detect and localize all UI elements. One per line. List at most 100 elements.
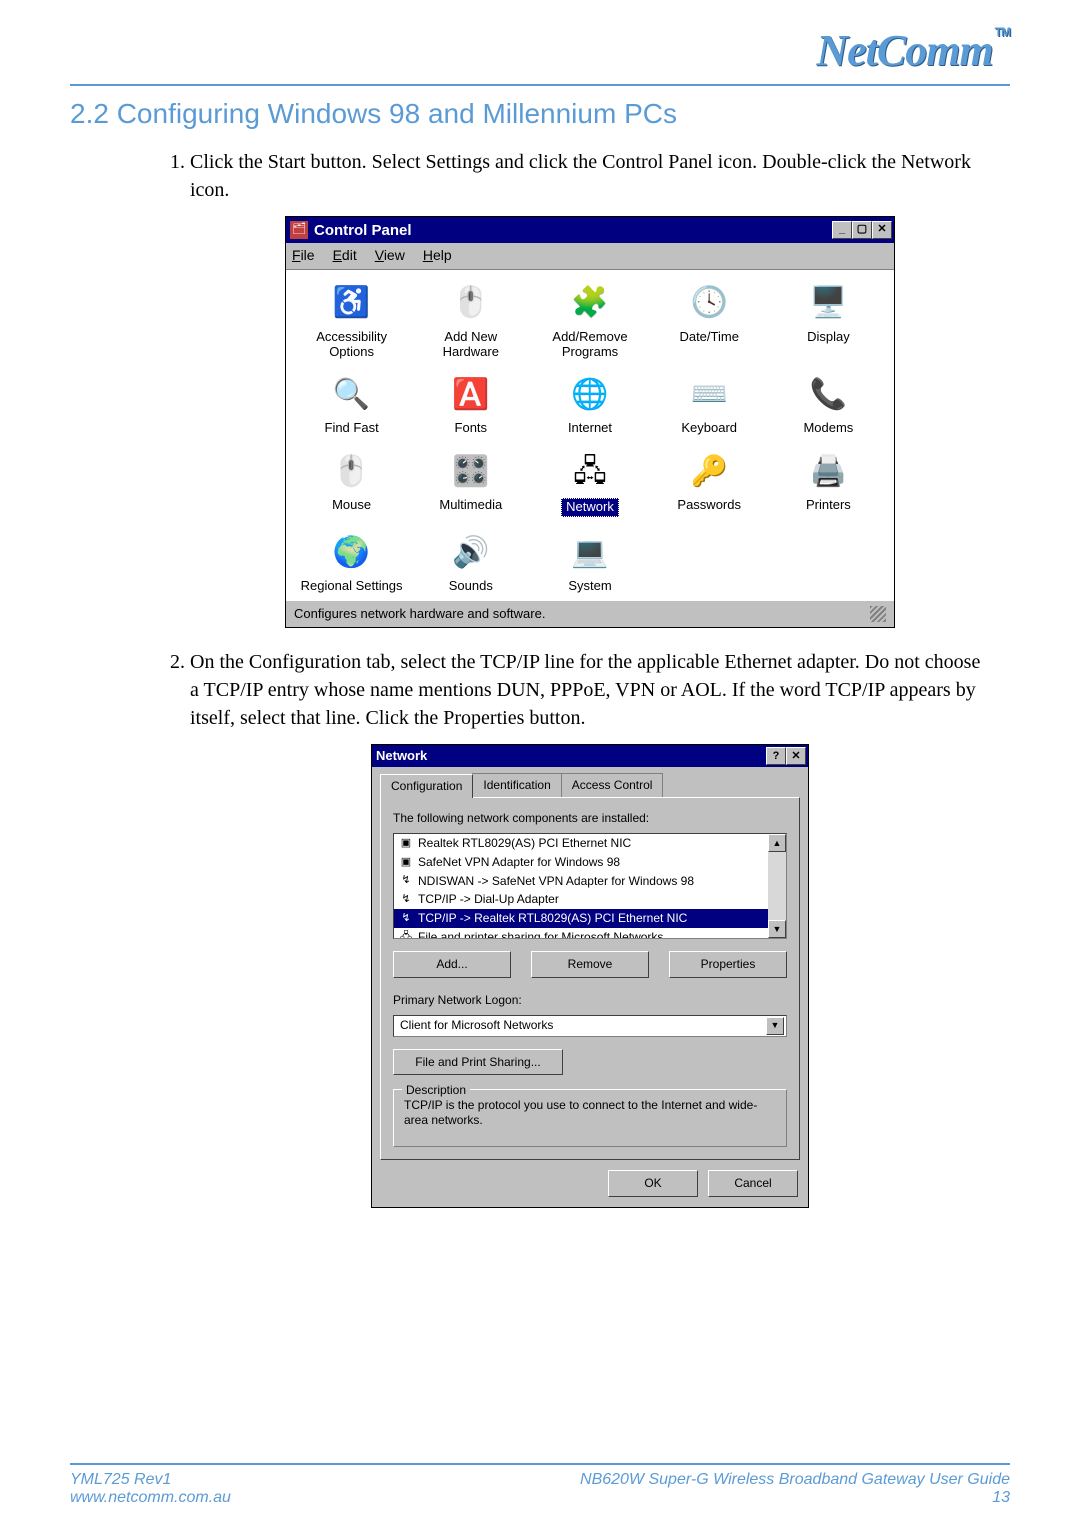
cp-item-multimedia[interactable]: 🎛️Multimedia [413, 448, 528, 519]
cp-item-network[interactable]: 🖧Network [532, 448, 647, 519]
chevron-down-icon[interactable]: ▼ [766, 1017, 784, 1035]
mouse-icon: 🖱️ [330, 450, 374, 494]
tab-identification[interactable]: Identification [472, 773, 561, 797]
remove-button[interactable]: Remove [531, 951, 649, 978]
service-icon: 🖧 [398, 930, 414, 938]
cp-label: Add New Hardware [415, 330, 526, 360]
cp-item-add-remove-programs[interactable]: 🧩Add/Remove Programs [532, 280, 647, 362]
list-item-selected[interactable]: ↯TCP/IP -> Realtek RTL8029(AS) PCI Ether… [394, 909, 768, 928]
list-item[interactable]: ↯TCP/IP -> Dial-Up Adapter [394, 890, 768, 909]
list-item-text: TCP/IP -> Dial-Up Adapter [418, 891, 559, 908]
step-1-text: Click the Start button. Select Settings … [190, 151, 971, 201]
file-print-sharing-button[interactable]: File and Print Sharing... [393, 1049, 563, 1076]
components-listbox[interactable]: ▣Realtek RTL8029(AS) PCI Ethernet NIC ▣S… [393, 833, 787, 939]
scroll-up-button[interactable]: ▲ [768, 834, 786, 852]
primary-logon-label: Primary Network Logon: [393, 992, 787, 1009]
cp-item-add-new-hardware[interactable]: 🖱️Add New Hardware [413, 280, 528, 362]
cp-label: Add/Remove Programs [534, 330, 645, 360]
footer-doc-rev: YML725 Rev1 [70, 1471, 231, 1489]
network-window-buttons: ? ✕ [766, 747, 806, 765]
display-icon: 🖥️ [806, 282, 850, 326]
network-titlebar[interactable]: Network ? ✕ [372, 745, 808, 767]
primary-logon-value: Client for Microsoft Networks [400, 1017, 553, 1034]
primary-logon-combobox[interactable]: Client for Microsoft Networks ▼ [393, 1015, 787, 1037]
cp-item-regional-settings[interactable]: 🌍Regional Settings [294, 529, 409, 596]
protocol-icon: ↯ [398, 912, 414, 926]
cp-item-fonts[interactable]: 🅰️ Fonts [413, 371, 528, 438]
list-item[interactable]: ▣Realtek RTL8029(AS) PCI Ethernet NIC [394, 834, 768, 853]
network-title-left: Network [376, 747, 427, 765]
cp-label: Printers [806, 498, 851, 513]
list-item[interactable]: ↯NDISWAN -> SafeNet VPN Adapter for Wind… [394, 872, 768, 891]
menu-file[interactable]: File [292, 246, 315, 266]
tab-access-control[interactable]: Access Control [561, 773, 664, 797]
cp-item-find-fast[interactable]: 🔍Find Fast [294, 371, 409, 438]
cp-item-display[interactable]: 🖥️ Display [771, 280, 886, 362]
component-buttons-row: Add... Remove Properties [393, 951, 787, 978]
step-2-text: On the Configuration tab, select the TCP… [190, 651, 980, 729]
figure-1-wrap: 🗂 Control Panel _ ▢ ✕ File Edit View Hel… [190, 216, 990, 628]
footer-doc-title: NB620W Super-G Wireless Broadband Gatewa… [580, 1471, 1010, 1489]
scroll-down-button[interactable]: ▼ [768, 920, 786, 938]
size-grip-icon[interactable] [870, 606, 886, 622]
page-footer: YML725 Rev1 www.netcomm.com.au NB620W Su… [70, 1463, 1010, 1507]
close-button[interactable]: ✕ [872, 221, 892, 239]
footer-divider [70, 1463, 1010, 1465]
cp-label: Passwords [677, 498, 741, 513]
minimize-button[interactable]: _ [832, 221, 852, 239]
add-button[interactable]: Add... [393, 951, 511, 978]
brand-logo-text: NetComm [816, 26, 992, 75]
cancel-button[interactable]: Cancel [708, 1170, 798, 1197]
control-panel-grid: ♿Accessibility Options 🖱️Add New Hardwar… [294, 280, 886, 597]
menu-edit[interactable]: Edit [333, 246, 357, 266]
help-button[interactable]: ? [766, 747, 786, 765]
maximize-button[interactable]: ▢ [852, 221, 872, 239]
cp-item-mouse[interactable]: 🖱️Mouse [294, 448, 409, 519]
window-buttons: _ ▢ ✕ [832, 221, 892, 239]
cp-item-date-time[interactable]: 🕓Date/Time [652, 280, 767, 362]
fonts-icon: 🅰️ [449, 373, 493, 417]
control-panel-menubar: File Edit View Help [286, 243, 894, 270]
menu-view[interactable]: View [375, 246, 405, 266]
cp-label: Fonts [455, 421, 488, 436]
list-item[interactable]: 🖧File and printer sharing for Microsoft … [394, 928, 768, 938]
cp-label: System [568, 579, 611, 594]
cp-item-system[interactable]: 💻System [532, 529, 647, 596]
figure-2-wrap: Network ? ✕ Configuration Identification… [190, 744, 990, 1208]
page-header: NetCommTM [70, 25, 1010, 84]
cp-label: Sounds [449, 579, 493, 594]
network-body: Configuration Identification Access Cont… [372, 767, 808, 1170]
footer-page-number: 13 [580, 1489, 1010, 1507]
description-groupbox: Description TCP/IP is the protocol you u… [393, 1089, 787, 1147]
control-panel-title-icon: 🗂 [290, 221, 308, 239]
properties-button[interactable]: Properties [669, 951, 787, 978]
control-panel-body: ♿Accessibility Options 🖱️Add New Hardwar… [286, 270, 894, 601]
tab-configuration[interactable]: Configuration [380, 774, 473, 798]
control-panel-titlebar[interactable]: 🗂 Control Panel _ ▢ ✕ [286, 217, 894, 243]
cp-item-printers[interactable]: 🖨️Printers [771, 448, 886, 519]
network-close-button[interactable]: ✕ [786, 747, 806, 765]
installed-label: The following network components are ins… [393, 810, 787, 827]
cp-item-modems[interactable]: 📞Modems [771, 371, 886, 438]
cp-item-sounds[interactable]: 🔊Sounds [413, 529, 528, 596]
cp-label: Regional Settings [301, 579, 403, 594]
cp-item-accessibility[interactable]: ♿Accessibility Options [294, 280, 409, 362]
ok-button[interactable]: OK [608, 1170, 698, 1197]
find-fast-icon: 🔍 [330, 373, 374, 417]
cp-label: Accessibility Options [296, 330, 407, 360]
status-text: Configures network hardware and software… [294, 605, 545, 623]
cp-item-keyboard[interactable]: ⌨️Keyboard [652, 371, 767, 438]
cp-item-internet[interactable]: 🌐Internet [532, 371, 647, 438]
internet-icon: 🌐 [568, 373, 612, 417]
cp-label-selected: Network [561, 498, 619, 517]
listbox-scrollbar[interactable]: ▲ ▼ [768, 834, 786, 938]
cp-label: Display [807, 330, 850, 345]
section-heading: 2.2 Configuring Windows 98 and Millenniu… [70, 98, 1010, 130]
adapter-icon: ▣ [398, 855, 414, 869]
cp-label: Date/Time [679, 330, 738, 345]
cp-item-passwords[interactable]: 🔑Passwords [652, 448, 767, 519]
control-panel-title-text: Control Panel [314, 220, 412, 241]
step-1: Click the Start button. Select Settings … [190, 148, 990, 628]
list-item[interactable]: ▣SafeNet VPN Adapter for Windows 98 [394, 853, 768, 872]
menu-help[interactable]: Help [423, 246, 452, 266]
